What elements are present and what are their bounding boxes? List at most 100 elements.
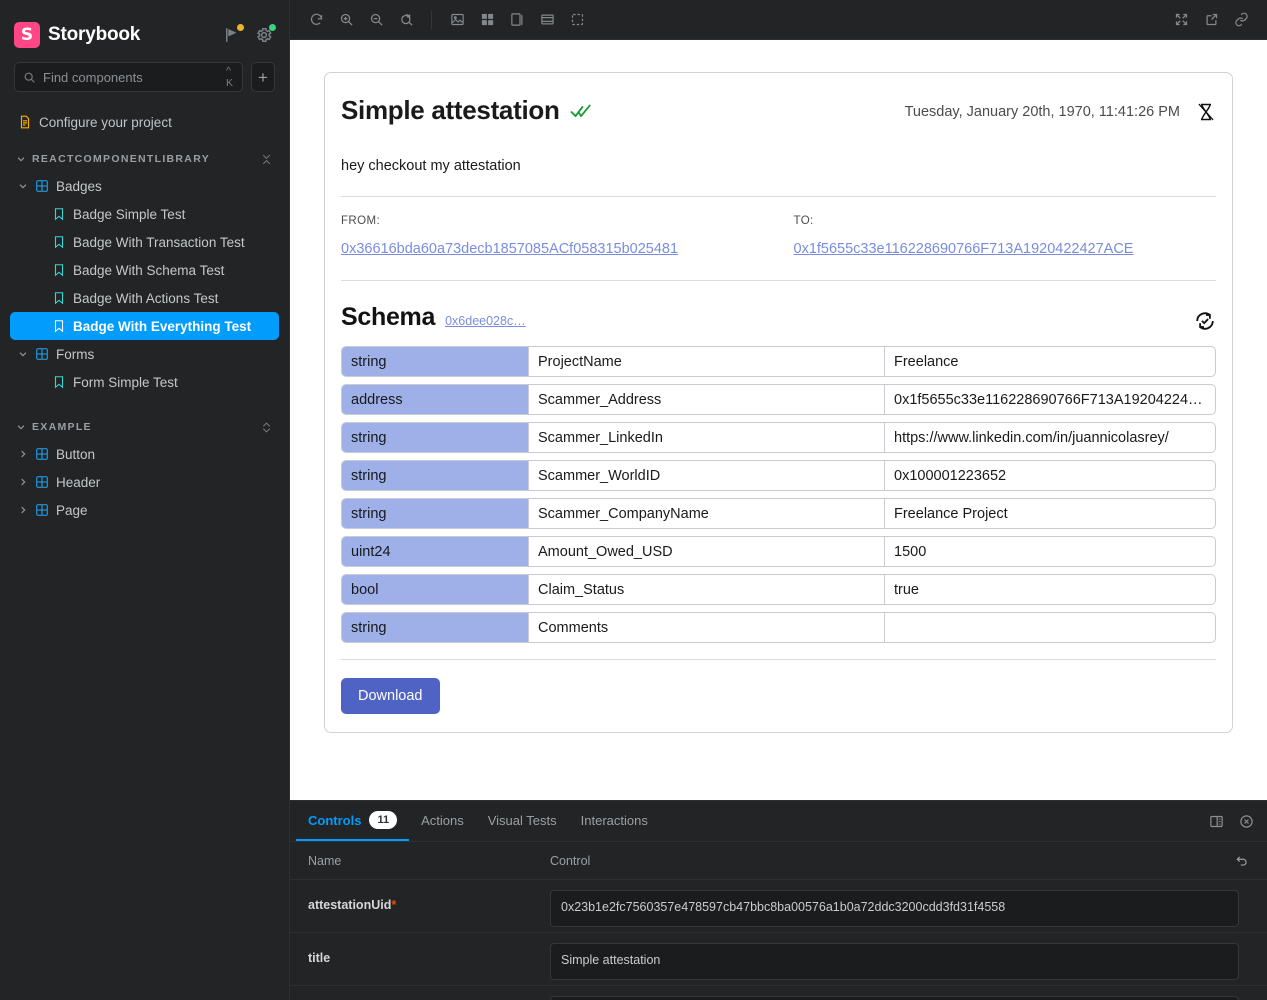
search-shortcut-hint: ^ K [226,65,235,89]
zoom-in-icon[interactable] [332,6,360,34]
sidebar-item-label: Badge With Transaction Test [73,234,245,250]
row-value [884,613,1215,642]
chevron-right-icon [21,478,26,486]
zoom-out-icon[interactable] [362,6,390,34]
story-bookmark-icon [54,208,64,221]
control-name-label: title [308,951,331,965]
row-key: Scammer_LinkedIn [528,423,884,452]
control-input-wrap [550,943,1249,985]
component-icon [36,180,48,192]
to-block: TO: 0x1f5655c33e116228690766F713A1920422… [794,215,1217,258]
addons-panel: Controls 11 Actions Visual Tests Interac… [290,800,1267,1000]
row-value: Freelance [884,347,1215,376]
row-key: Scammer_CompanyName [528,499,884,528]
open-new-tab-icon[interactable] [1197,6,1225,34]
schema-uid-link[interactable]: 0x6dee028c… [445,314,526,332]
story-bookmark-icon [54,292,64,305]
story-preview-canvas: Simple attestation Tuesday, January 20th… [290,40,1267,800]
grid-icon[interactable] [473,6,501,34]
row-value: 0x1f5655c33e116228690766F713A19204224… [884,385,1215,414]
storybook-logo: S [14,22,40,48]
row-key: Scammer_Address [528,385,884,414]
settings-gear-icon[interactable] [255,24,276,44]
sidebar-item-badge-with-schema-test[interactable]: Badge With Schema Test [10,256,279,284]
remount-icon[interactable] [302,6,330,34]
toolbar-divider [431,10,432,29]
hourglass-disabled-icon [1196,101,1216,123]
table-row: address Scammer_Address 0x1f5655c33e1162… [341,384,1216,415]
sidebar-item-forms[interactable]: Forms [10,340,279,368]
sidebar-item-badges[interactable]: Badges [10,172,279,200]
collapse-all-icon[interactable] [260,153,273,166]
sidebar-item-label: Page [56,502,88,518]
from-address-link[interactable]: 0x36616bda60a73decb1857085ACf058315b0254… [341,241,678,257]
fullscreen-icon[interactable] [1167,6,1195,34]
chevron-right-icon [21,506,26,514]
row-value: true [884,575,1215,604]
preview-toolbar [290,0,1267,40]
from-block: FROM: 0x36616bda60a73decb1857085ACf05831… [341,215,764,258]
table-row: uint24 Amount_Owed_USD 1500 [341,536,1216,567]
attestationuid-input[interactable] [550,890,1239,927]
copy-link-icon[interactable] [1227,6,1255,34]
column-header-name: Name [308,853,342,868]
table-row: string Scammer_WorldID 0x100001223652 [341,460,1216,491]
attestation-title-row: Simple attestation [341,95,592,126]
sidebar-item-header[interactable]: Header [10,468,279,496]
sidebar-group-example[interactable]: EXAMPLE [10,414,279,440]
add-component-button[interactable]: + [251,62,275,92]
sync-check-icon[interactable] [1194,310,1216,332]
title-input[interactable] [550,943,1239,980]
row-value: 1500 [884,537,1215,566]
double-check-icon [570,103,592,119]
table-row: string Scammer_CompanyName Freelance Pro… [341,498,1216,529]
viewport-icon[interactable] [563,6,591,34]
sidebar-item-configure-your-project[interactable]: REACTCOMPONENTLIBRARY Configure your pro… [10,108,279,136]
expand-all-icon[interactable] [260,421,273,434]
tab-visual-tests[interactable]: Visual Tests [476,801,569,841]
tab-interactions[interactable]: Interactions [569,801,660,841]
sidebar-item-badge-with-transaction-test[interactable]: Badge With Transaction Test [10,228,279,256]
sidebar-item-badge-simple-test[interactable]: Badge Simple Test [10,200,279,228]
to-label: TO: [793,215,814,227]
whats-new-icon[interactable] [223,24,244,44]
divider [341,196,1216,197]
to-address-link[interactable]: 0x1f5655c33e116228690766F713A1920422427A… [794,241,1134,257]
story-bookmark-icon [54,236,64,249]
close-circle-icon[interactable] [1231,801,1261,841]
tab-controls[interactable]: Controls 11 [296,801,410,841]
sidebar-group-reactcomponentlibrary[interactable]: REACTCOMPONENTLIBRARY [10,146,279,172]
outline-icon[interactable] [533,6,561,34]
group-label: REACTCOMPONENTLIBRARY [32,153,210,165]
description-input[interactable] [550,996,1239,1000]
control-name: title [308,943,550,965]
component-icon [36,476,48,488]
sidebar-item-page[interactable]: Page [10,496,279,524]
from-label: FROM: [341,215,381,227]
control-name: attestationUid* [308,890,550,912]
attestation-timestamp: Tuesday, January 20th, 1970, 11:41:26 PM [904,104,1180,120]
sidebar-item-label: Forms [56,346,95,362]
sidebar-item-form-simple-test[interactable]: Form Simple Test [10,368,279,396]
sidebar-item-badge-with-everything-test[interactable]: Badge With Everything Test [10,312,279,340]
tab-actions[interactable]: Actions [409,801,476,841]
background-icon[interactable] [443,6,471,34]
component-icon [36,448,48,460]
settings-update-dot [269,24,276,31]
story-bookmark-icon [54,320,64,333]
chevron-down-icon [17,157,25,162]
search-box[interactable]: ^ K [14,62,243,92]
sidebar-item-label: Badge With Schema Test [73,262,225,278]
measure-icon[interactable] [503,6,531,34]
sidebar-item-badge-with-actions-test[interactable]: Badge With Actions Test [10,284,279,312]
sidebar-item-button[interactable]: Button [10,440,279,468]
zoom-reset-icon[interactable] [392,6,420,34]
control-name-label: attestationUid [308,898,392,912]
download-button[interactable]: Download [341,678,440,714]
panel-position-icon[interactable] [1201,801,1231,841]
tab-label: Actions [421,812,464,828]
reset-controls-icon[interactable] [1235,854,1249,868]
search-input[interactable] [43,69,219,85]
configure-label: Configure your project [39,114,172,130]
schema-rows: string ProjectName Freelance address Sca… [341,346,1216,643]
